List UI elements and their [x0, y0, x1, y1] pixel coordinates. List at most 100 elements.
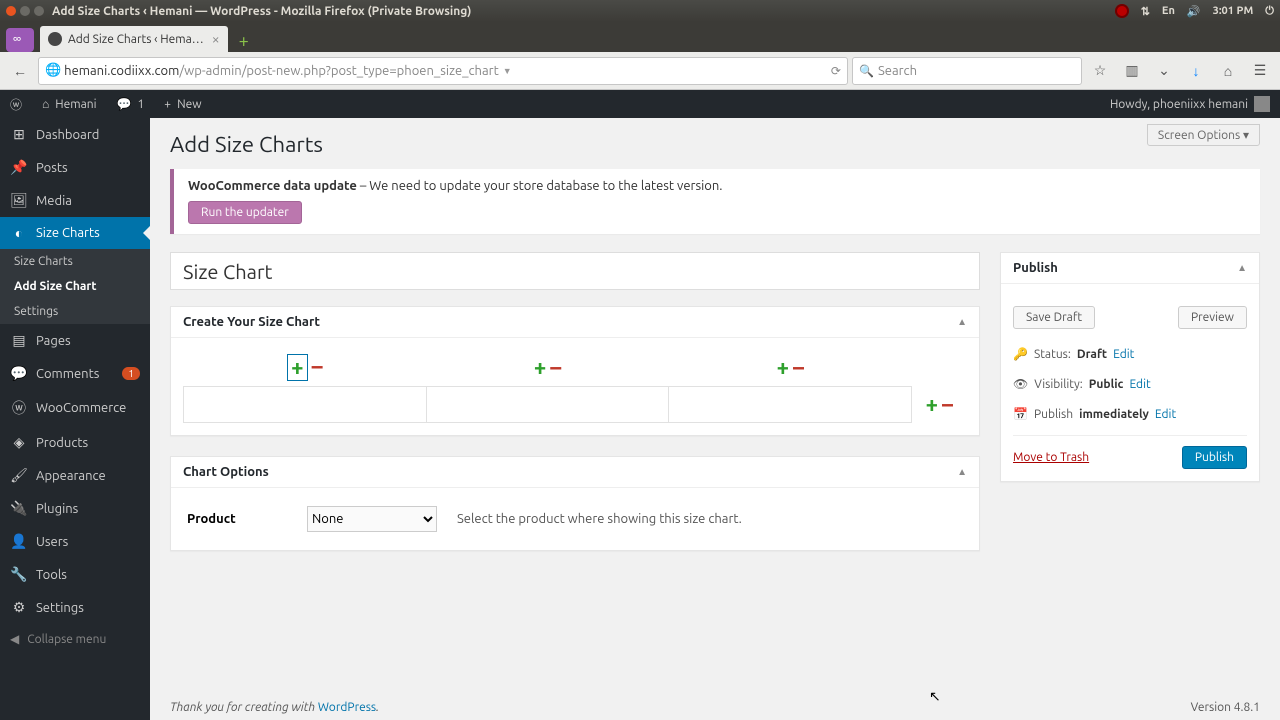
window-close-icon[interactable] [6, 6, 16, 16]
screen-options-toggle[interactable]: Screen Options ▾ [1147, 124, 1260, 146]
remove-row-button[interactable]: – [942, 392, 953, 417]
publish-heading: Publish [1013, 261, 1237, 275]
remove-column-button[interactable]: – [793, 355, 804, 380]
sidebar-item-tools[interactable]: 🔧Tools [0, 558, 150, 591]
submenu-all-charts[interactable]: Size Charts [0, 249, 150, 274]
sidebar-item-size-charts[interactable]: ◐Size Charts [0, 217, 150, 249]
page-icon: ▤ [10, 332, 28, 349]
woo-icon: ⓦ [10, 398, 28, 418]
chart-cell-input[interactable] [188, 391, 422, 417]
save-draft-button[interactable]: Save Draft [1013, 306, 1095, 329]
add-column-button[interactable]: + [534, 355, 546, 380]
sidebar-item-products[interactable]: ◈Products [0, 426, 150, 459]
sidebar-item-comments[interactable]: 💬Comments1 [0, 357, 150, 390]
comments-link[interactable]: 💬 1 [107, 90, 155, 118]
back-button[interactable]: ← [6, 57, 34, 85]
sidebar-item-dashboard[interactable]: ⊞Dashboard [0, 118, 150, 151]
run-updater-button[interactable]: Run the updater [188, 201, 302, 224]
add-column-button[interactable]: + [777, 355, 789, 380]
cursor-icon: ↖ [929, 688, 941, 705]
browser-tab[interactable]: Add Size Charts ‹ Hema… × [40, 26, 228, 52]
collapse-icon: ◀ [10, 632, 19, 646]
toggle-panel-icon[interactable]: ▲ [957, 466, 967, 478]
site-link[interactable]: ⌂ Hemani [32, 90, 107, 118]
edit-visibility-link[interactable]: Edit [1129, 378, 1150, 391]
power-icon[interactable]: ⏻ [1265, 5, 1274, 18]
chart-options-heading: Chart Options [183, 465, 957, 479]
submenu-add-chart[interactable]: Add Size Chart [0, 274, 150, 299]
clock[interactable]: 3:01 PM [1213, 5, 1254, 17]
site-name: Hemani [55, 98, 96, 111]
tab-title: Add Size Charts ‹ Hema… [68, 33, 204, 46]
search-icon: 🔍 [859, 64, 874, 78]
network-icon[interactable]: ⇅ [1141, 5, 1150, 18]
comment-icon: 💬 [10, 365, 28, 382]
toggle-panel-icon[interactable]: ▲ [1237, 262, 1247, 274]
main-content: Screen Options ▾ Add Size Charts WooComm… [150, 118, 1280, 720]
record-indicator-icon[interactable] [1115, 4, 1129, 18]
product-select[interactable]: None [307, 506, 437, 532]
new-link[interactable]: + New [154, 90, 211, 118]
sidebar-item-posts[interactable]: 📌Posts [0, 151, 150, 184]
sidebar-item-appearance[interactable]: 🖌Appearance [0, 459, 150, 492]
greeting: Howdy, phoeniixx hemani [1110, 98, 1248, 111]
title-input[interactable] [170, 252, 980, 290]
keyboard-lang[interactable]: En [1162, 5, 1175, 17]
home-icon[interactable]: ⌂ [1214, 57, 1242, 85]
bookmark-star-icon[interactable]: ☆ [1086, 57, 1114, 85]
tab-close-icon[interactable]: × [212, 31, 220, 47]
publish-box: Publish ▲ Save Draft Preview 🔑Status: Dr… [1000, 252, 1260, 482]
url-domain: hemani.codiixx.com [64, 64, 179, 78]
window-max-icon[interactable] [34, 6, 44, 16]
comment-count: 1 [138, 98, 145, 111]
url-bar[interactable]: 🌐 hemani.codiixx.com /wp-admin/post-new.… [38, 57, 848, 85]
sidebar-item-users[interactable]: 👤Users [0, 525, 150, 558]
key-icon: 🔑 [1013, 347, 1028, 361]
wordpress-link[interactable]: WordPress [318, 701, 376, 714]
chart-cell-input[interactable] [673, 391, 907, 417]
add-row-button[interactable]: + [926, 392, 938, 417]
sidebar-item-pages[interactable]: ▤Pages [0, 324, 150, 357]
library-icon[interactable]: ▥ [1118, 57, 1146, 85]
notice-text: – We need to update your store database … [357, 179, 723, 193]
calendar-icon: 📅 [1013, 407, 1028, 421]
comments-badge: 1 [122, 367, 140, 380]
eye-icon: 👁 [1013, 377, 1028, 391]
sidebar-item-media[interactable]: 🖼Media [0, 184, 150, 217]
edit-schedule-link[interactable]: Edit [1155, 408, 1176, 421]
sidebar-item-settings[interactable]: ⚙Settings [0, 591, 150, 624]
submenu-settings[interactable]: Settings [0, 299, 150, 324]
create-chart-heading: Create Your Size Chart [183, 315, 957, 329]
move-to-trash-link[interactable]: Move to Trash [1013, 451, 1089, 464]
add-column-button[interactable]: + [287, 354, 307, 381]
edit-status-link[interactable]: Edit [1113, 348, 1134, 361]
menu-icon[interactable]: ☰ [1246, 57, 1274, 85]
window-title: Add Size Charts ‹ Hemani — WordPress - M… [52, 5, 471, 18]
media-icon: 🖼 [10, 192, 28, 209]
sidebar-item-plugins[interactable]: 🔌Plugins [0, 492, 150, 525]
volume-icon[interactable]: 🔊 [1187, 5, 1201, 18]
preview-button[interactable]: Preview [1178, 306, 1247, 329]
publish-button[interactable]: Publish [1182, 446, 1247, 469]
toggle-panel-icon[interactable]: ▲ [957, 316, 967, 328]
sidebar-item-woocommerce[interactable]: ⓦWooCommerce [0, 390, 150, 426]
home-icon: ⌂ [42, 97, 49, 111]
new-tab-button[interactable]: + [232, 30, 256, 52]
new-label: New [177, 98, 202, 111]
firefox-private-icon[interactable] [6, 28, 34, 52]
page-title: Add Size Charts [170, 118, 1260, 169]
downloads-icon[interactable]: ↓ [1182, 57, 1210, 85]
remove-column-button[interactable]: – [550, 355, 561, 380]
footer-version: Version 4.8.1 [1191, 701, 1260, 714]
collapse-menu[interactable]: ◀Collapse menu [0, 624, 150, 654]
pocket-icon[interactable]: ⌄ [1150, 57, 1178, 85]
wp-logo[interactable]: ⓦ [0, 90, 32, 118]
chart-cell-input[interactable] [431, 391, 665, 417]
browser-search[interactable]: 🔍 Search [852, 57, 1082, 85]
url-dropdown-icon[interactable]: ▼ [503, 66, 512, 76]
window-min-icon[interactable] [20, 6, 30, 16]
account-link[interactable]: Howdy, phoeniixx hemani [1100, 90, 1280, 118]
reload-icon[interactable]: ⟳ [828, 64, 841, 78]
remove-column-button[interactable]: – [312, 354, 323, 381]
browser-tabstrip: Add Size Charts ‹ Hema… × + [0, 22, 1280, 52]
